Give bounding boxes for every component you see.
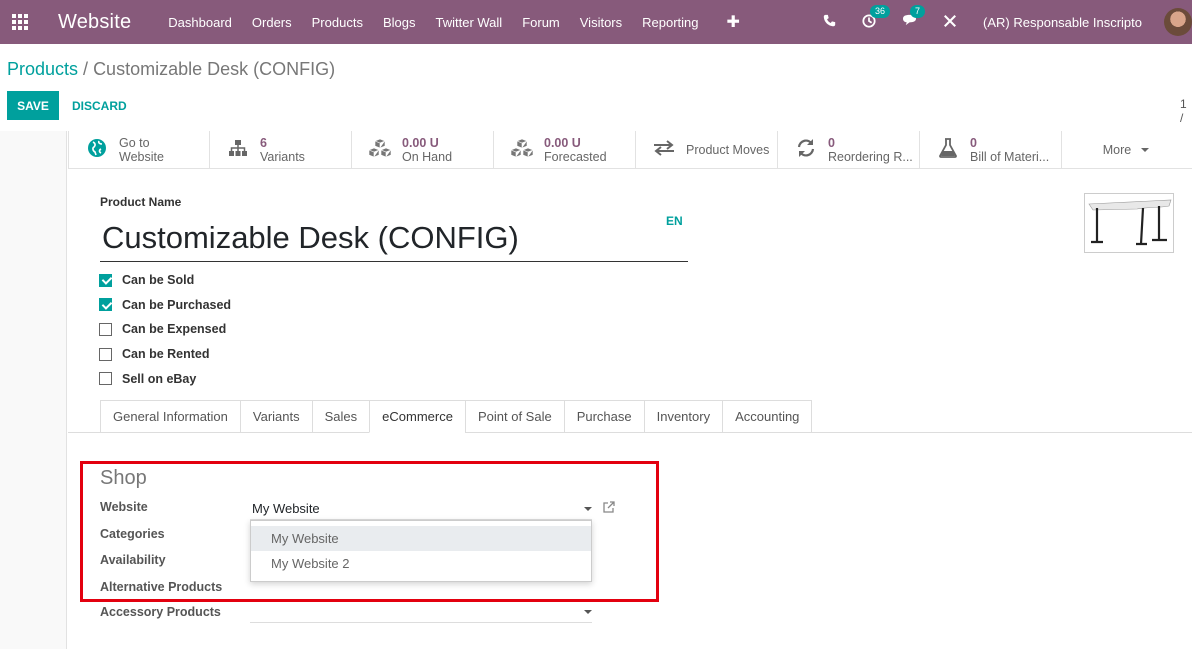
can-be-purchased-row: Can be Purchased [99, 293, 231, 318]
translate-button[interactable]: EN [666, 214, 683, 228]
smart-button-value: 0.00 U [544, 136, 581, 150]
more-label: More [1102, 143, 1132, 157]
forecasted-button[interactable]: 0.00 U Forecasted [494, 131, 636, 169]
smart-button-label: Forecasted [544, 150, 607, 164]
product-options: Can be Sold Can be Purchased Can be Expe… [99, 268, 231, 391]
user-avatar[interactable] [1164, 8, 1192, 36]
refresh-icon [794, 138, 818, 163]
menu-item-forum[interactable]: Forum [522, 15, 560, 30]
plus-icon[interactable]: ✚ [727, 12, 740, 32]
can-be-sold-label: Can be Sold [122, 273, 195, 288]
variants-button[interactable]: 6 Variants [210, 131, 352, 169]
notebook-tabs: General Information Variants Sales eComm… [100, 400, 813, 433]
tab-general-information[interactable]: General Information [100, 400, 240, 433]
breadcrumb-products-link[interactable]: Products [7, 59, 78, 79]
product-image[interactable] [1084, 193, 1174, 253]
product-name-input[interactable]: Customizable Desk (CONFIG) [100, 214, 688, 262]
smart-button-label: Variants [260, 150, 305, 164]
smart-button-label: Bill of Materi... [970, 150, 1050, 164]
sell-on-ebay-row: Sell on eBay [99, 366, 231, 391]
can-be-expensed-checkbox[interactable] [99, 322, 112, 336]
can-be-rented-label: Can be Rented [122, 347, 210, 362]
menu-item-blogs[interactable]: Blogs [383, 15, 416, 30]
sell-on-ebay-label: Sell on eBay [122, 371, 197, 386]
pager[interactable]: 1 / [1180, 97, 1192, 125]
smart-button-label: Product Moves [686, 143, 770, 157]
phone-icon[interactable] [823, 14, 836, 30]
desk-image-icon [1088, 199, 1172, 246]
user-menu[interactable]: (AR) Responsable Inscripto [983, 15, 1142, 30]
exchange-icon [652, 139, 676, 161]
messages-count-badge: 7 [910, 5, 926, 18]
on-hand-button[interactable]: 0.00 U On Hand [352, 131, 494, 169]
can-be-rented-row: Can be Rented [99, 342, 231, 367]
smart-button-box: Go to Website 6 Variants 0.00 U On Hand … [68, 131, 1192, 169]
flask-icon [936, 137, 960, 163]
tab-variants[interactable]: Variants [239, 400, 312, 433]
smart-button-value: 0 [828, 136, 835, 150]
accessory-products-input[interactable] [250, 604, 592, 623]
activity-icon[interactable]: 36 [862, 4, 891, 31]
sitemap-icon [226, 139, 250, 162]
smart-button-value: 0 [970, 136, 977, 150]
bill-of-materials-button[interactable]: 0 Bill of Materi... [920, 131, 1062, 169]
sell-on-ebay-checkbox[interactable] [99, 372, 112, 386]
activity-count-badge: 36 [870, 4, 891, 18]
smart-button-value: 6 [260, 136, 267, 150]
menu-item-products[interactable]: Products [312, 15, 363, 30]
save-button[interactable]: SAVE [7, 91, 59, 120]
reordering-rules-button[interactable]: 0 Reordering R... [778, 131, 920, 169]
more-button[interactable]: More [1062, 131, 1190, 169]
smart-button-value: 0.00 U [402, 136, 439, 150]
menu-item-dashboard[interactable]: Dashboard [168, 15, 232, 30]
cubes-icon [368, 138, 392, 163]
caret-down-icon [1141, 148, 1150, 152]
breadcrumb-current: Customizable Desk (CONFIG) [93, 59, 336, 79]
can-be-rented-checkbox[interactable] [99, 347, 112, 361]
can-be-purchased-label: Can be Purchased [122, 297, 232, 312]
tab-accounting[interactable]: Accounting [722, 400, 813, 433]
apps-menu-icon[interactable] [0, 0, 40, 44]
main-menu: Dashboard Orders Products Blogs Twitter … [168, 12, 740, 32]
cubes-icon [510, 138, 534, 163]
can-be-expensed-row: Can be Expensed [99, 317, 231, 342]
breadcrumb: Products / Customizable Desk (CONFIG) [7, 59, 335, 80]
product-moves-button[interactable]: Product Moves [636, 131, 778, 169]
menu-item-orders[interactable]: Orders [252, 15, 292, 30]
smart-button-label: Website [119, 150, 164, 164]
globe-icon [85, 138, 109, 163]
product-name-label: Product Name [100, 195, 182, 209]
go-to-website-button[interactable]: Go to Website [68, 131, 210, 169]
menu-item-reporting[interactable]: Reporting [642, 15, 698, 30]
debug-tools-icon[interactable] [943, 14, 957, 31]
can-be-purchased-checkbox[interactable] [99, 298, 112, 312]
smart-button-value: Go to [119, 136, 150, 150]
accessory-products-label: Accessory Products [100, 605, 221, 619]
smart-button-label: On Hand [402, 150, 453, 164]
tab-ecommerce[interactable]: eCommerce [369, 400, 465, 433]
systray: 36 7 (AR) Responsable Inscripto [823, 0, 1192, 44]
can-be-sold-row: Can be Sold [99, 268, 231, 293]
tab-point-of-sale[interactable]: Point of Sale [464, 400, 564, 433]
breadcrumb-separator: / [83, 59, 89, 79]
tab-purchase[interactable]: Purchase [563, 400, 644, 433]
app-title: Website [58, 10, 132, 33]
tab-inventory[interactable]: Inventory [643, 400, 723, 433]
smart-button-label: Reordering R... [828, 150, 913, 164]
top-navbar: Website Dashboard Orders Products Blogs … [0, 0, 1192, 44]
messages-icon[interactable]: 7 [902, 5, 926, 30]
menu-item-visitors[interactable]: Visitors [580, 15, 622, 30]
can-be-sold-checkbox[interactable] [99, 273, 112, 287]
caret-down-icon[interactable] [584, 610, 592, 614]
can-be-expensed-label: Can be Expensed [122, 322, 227, 337]
menu-item-twitter-wall[interactable]: Twitter Wall [435, 15, 502, 30]
form-left-margin [0, 131, 67, 649]
tab-sales[interactable]: Sales [311, 400, 370, 433]
highlight-box [80, 461, 659, 602]
discard-button[interactable]: DISCARD [72, 91, 127, 120]
